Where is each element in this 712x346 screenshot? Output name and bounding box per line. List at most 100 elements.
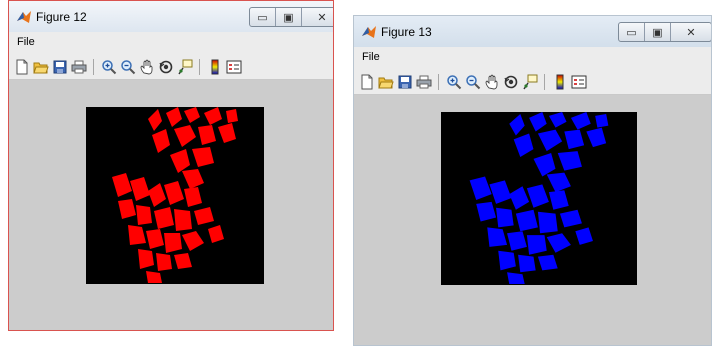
menu-bar: File — [354, 47, 711, 69]
colorbar-icon[interactable] — [206, 58, 223, 75]
data-cursor-icon[interactable] — [176, 58, 193, 75]
cell-region — [218, 123, 236, 143]
cell-region — [570, 112, 591, 130]
cell-region — [509, 186, 530, 210]
segmented-cells-image — [112, 107, 238, 283]
zoom-out-icon[interactable] — [464, 73, 481, 90]
cell-region — [174, 209, 192, 231]
cell-region — [194, 207, 214, 225]
title-bar[interactable]: Figure 13 ▭ ▣ ✕ — [354, 16, 711, 47]
cell-region — [507, 272, 525, 285]
cell-region — [118, 199, 136, 219]
cell-region — [496, 207, 514, 228]
title-bar[interactable]: Figure 12 ▭ ▣ ✕ — [9, 1, 333, 32]
cell-region — [595, 113, 609, 128]
maximize-icon[interactable]: ▣ — [645, 23, 671, 41]
cell-region — [518, 254, 536, 273]
colorbar-icon[interactable] — [551, 73, 568, 90]
rotate-3d-icon[interactable] — [502, 73, 519, 90]
cell-region — [154, 207, 174, 229]
save-icon[interactable] — [51, 58, 68, 75]
cell-region — [513, 133, 534, 157]
cell-region — [148, 109, 162, 131]
cell-region — [112, 173, 132, 197]
menu-file[interactable]: File — [17, 36, 35, 48]
cell-region — [469, 176, 492, 200]
cell-region — [152, 129, 170, 153]
cell-region — [586, 127, 607, 148]
print-icon[interactable] — [415, 73, 432, 90]
new-figure-icon[interactable] — [358, 73, 375, 90]
cell-region — [537, 129, 563, 152]
cell-region — [546, 172, 571, 193]
save-icon[interactable] — [396, 73, 413, 90]
zoom-in-icon[interactable] — [100, 58, 117, 75]
cell-region — [487, 227, 508, 247]
toolbar-separator — [93, 58, 94, 75]
cell-region — [174, 253, 192, 269]
rotate-3d-icon[interactable] — [157, 58, 174, 75]
new-figure-icon[interactable] — [13, 58, 30, 75]
close-icon[interactable]: ✕ — [671, 23, 711, 41]
cell-region — [156, 253, 172, 271]
menu-file[interactable]: File — [362, 51, 380, 63]
data-cursor-icon[interactable] — [521, 73, 538, 90]
window-title: Figure 13 — [381, 25, 432, 39]
cell-region — [174, 125, 196, 147]
legend-icon[interactable] — [570, 73, 587, 90]
cell-region — [138, 249, 154, 269]
cell-region — [515, 209, 538, 232]
caption-buttons: ▭ ▣ ✕ — [618, 22, 711, 42]
toolbar-separator — [438, 73, 439, 90]
cell-region — [509, 113, 525, 136]
cell-region — [164, 181, 184, 205]
cell-region — [204, 107, 222, 125]
legend-icon[interactable] — [225, 58, 242, 75]
figure-canvas — [9, 80, 333, 330]
minimize-icon[interactable]: ▭ — [250, 8, 276, 26]
toolbar-separator — [199, 58, 200, 75]
toolbar-separator — [544, 73, 545, 90]
pan-icon[interactable] — [483, 73, 500, 90]
minimize-icon[interactable]: ▭ — [619, 23, 645, 41]
cell-region — [526, 184, 549, 208]
cell-region — [128, 225, 146, 245]
figure-window-13: Figure 13 ▭ ▣ ✕ File — [353, 15, 712, 346]
cell-region — [489, 180, 512, 204]
cell-region — [170, 149, 190, 173]
cell-region — [533, 153, 556, 177]
open-file-icon[interactable] — [32, 58, 49, 75]
cell-region — [557, 151, 582, 171]
cell-region — [166, 107, 182, 127]
cell-region — [226, 109, 238, 123]
pan-icon[interactable] — [138, 58, 155, 75]
close-icon[interactable]: ✕ — [302, 8, 333, 26]
menu-bar: File — [9, 32, 333, 54]
figure-canvas — [354, 95, 711, 345]
cell-region — [559, 209, 582, 228]
segmented-cells-image — [469, 112, 609, 285]
cell-region — [507, 231, 527, 251]
open-file-icon[interactable] — [377, 73, 394, 90]
image-axes — [441, 112, 637, 285]
cell-region — [182, 169, 204, 189]
cell-region — [198, 125, 216, 145]
maximize-icon[interactable]: ▣ — [276, 8, 302, 26]
figure-toolbar — [354, 69, 711, 95]
print-icon[interactable] — [70, 58, 87, 75]
caption-buttons: ▭ ▣ ✕ — [249, 7, 333, 27]
cell-region — [146, 271, 162, 283]
zoom-out-icon[interactable] — [119, 58, 136, 75]
matlab-logo-icon — [361, 24, 377, 40]
image-axes — [86, 107, 264, 284]
cell-region — [537, 254, 558, 271]
cell-region — [537, 211, 558, 234]
cell-region — [526, 235, 547, 255]
zoom-in-icon[interactable] — [445, 73, 462, 90]
cell-region — [146, 229, 164, 249]
figure-toolbar — [9, 54, 333, 80]
cell-region — [476, 201, 497, 222]
figure-window-12: Figure 12 ▭ ▣ ✕ File — [8, 0, 334, 331]
cell-region — [164, 233, 182, 253]
matlab-logo-icon — [16, 9, 32, 25]
